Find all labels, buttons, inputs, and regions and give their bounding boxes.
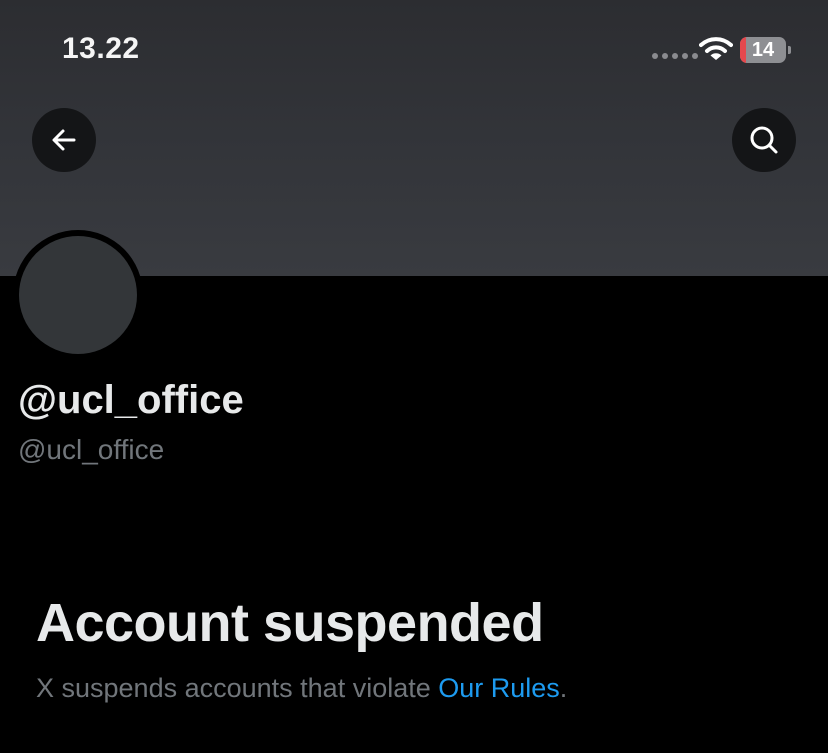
search-button[interactable] xyxy=(732,108,796,172)
battery-icon: 14 xyxy=(740,37,792,63)
suspended-message-prefix: X suspends accounts that violate xyxy=(36,673,439,703)
battery-level-text: 14 xyxy=(751,39,775,61)
avatar-container xyxy=(13,230,143,360)
profile-handle: @ucl_office xyxy=(18,434,165,465)
suspended-title: Account suspended xyxy=(36,593,544,653)
back-button[interactable] xyxy=(32,108,96,172)
profile-display-name: @ucl_office xyxy=(18,378,244,422)
wifi-icon xyxy=(699,37,733,60)
arrow-left-icon xyxy=(52,129,76,151)
suspended-message-suffix: . xyxy=(559,673,568,703)
suspended-message: X suspends accounts that violate Our Rul… xyxy=(36,673,567,704)
our-rules-link[interactable]: Our Rules xyxy=(438,673,560,703)
status-time: 13.22 xyxy=(62,32,140,65)
avatar[interactable] xyxy=(19,236,137,354)
cellular-signal-icon xyxy=(652,53,698,59)
search-icon xyxy=(750,126,778,154)
